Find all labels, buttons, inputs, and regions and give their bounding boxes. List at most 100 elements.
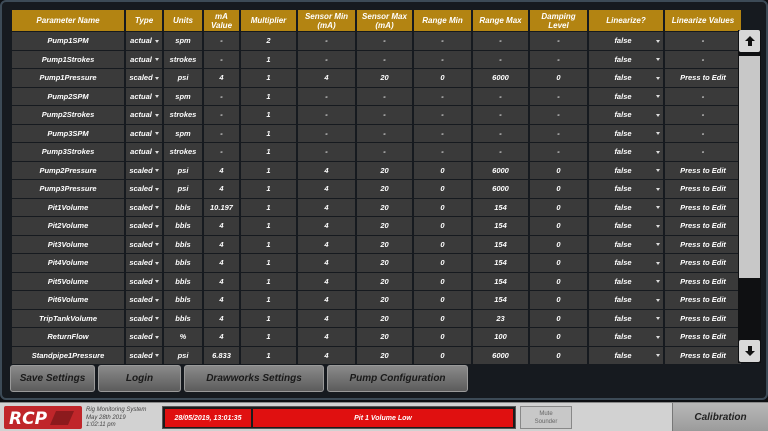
linearize-select[interactable]: false [589, 346, 663, 364]
sensor-min-cell[interactable]: - [298, 50, 355, 68]
type-select[interactable]: scaled [126, 180, 162, 198]
type-select[interactable]: scaled [126, 328, 162, 346]
sensor-min-cell[interactable]: - [298, 106, 355, 124]
sensor-max-cell[interactable]: 20 [357, 254, 412, 272]
sensor-max-cell[interactable]: 20 [357, 69, 412, 87]
ma-value-cell[interactable]: 4 [204, 161, 239, 179]
multiplier-cell[interactable]: 1 [241, 161, 296, 179]
type-select[interactable]: scaled [126, 254, 162, 272]
sensor-max-cell[interactable]: - [357, 143, 412, 161]
range-max-cell[interactable]: - [473, 124, 528, 142]
damping-level-cell[interactable]: - [530, 106, 587, 124]
sensor-max-cell[interactable]: - [357, 106, 412, 124]
range-min-cell[interactable]: - [414, 50, 471, 68]
range-max-cell[interactable]: - [473, 50, 528, 68]
multiplier-cell[interactable]: 1 [241, 254, 296, 272]
sensor-max-cell[interactable]: 20 [357, 291, 412, 309]
type-select[interactable]: scaled [126, 217, 162, 235]
damping-level-cell[interactable]: 0 [530, 217, 587, 235]
ma-value-cell[interactable]: 4 [204, 235, 239, 253]
linearize-values-cell[interactable]: Press to Edit [665, 161, 741, 179]
type-select[interactable]: actual [126, 143, 162, 161]
calibration-button[interactable]: Calibration [672, 403, 768, 431]
range-min-cell[interactable]: 0 [414, 180, 471, 198]
range-min-cell[interactable]: 0 [414, 198, 471, 216]
sensor-min-cell[interactable]: 4 [298, 217, 355, 235]
sensor-max-cell[interactable]: 20 [357, 161, 412, 179]
ma-value-cell[interactable]: 10.197 [204, 198, 239, 216]
ma-value-cell[interactable]: - [204, 143, 239, 161]
range-max-cell[interactable]: - [473, 32, 528, 50]
login-button[interactable]: Login [98, 365, 181, 392]
type-select[interactable]: scaled [126, 346, 162, 364]
linearize-select[interactable]: false [589, 124, 663, 142]
damping-level-cell[interactable]: 0 [530, 198, 587, 216]
linearize-values-cell[interactable]: Press to Edit [665, 198, 741, 216]
range-min-cell[interactable]: - [414, 106, 471, 124]
linearize-select[interactable]: false [589, 309, 663, 327]
type-select[interactable]: actual [126, 124, 162, 142]
damping-level-cell[interactable]: - [530, 124, 587, 142]
damping-level-cell[interactable]: 0 [530, 346, 587, 364]
linearize-select[interactable]: false [589, 291, 663, 309]
sensor-min-cell[interactable]: - [298, 32, 355, 50]
range-min-cell[interactable]: 0 [414, 309, 471, 327]
sensor-max-cell[interactable]: 20 [357, 328, 412, 346]
type-select[interactable]: scaled [126, 272, 162, 290]
sensor-max-cell[interactable]: 20 [357, 346, 412, 364]
alarm-banner[interactable]: 28/05/2019, 13:01:35 Pit 1 Volume Low [162, 406, 516, 429]
sensor-max-cell[interactable]: 20 [357, 235, 412, 253]
range-max-cell[interactable]: 6000 [473, 161, 528, 179]
multiplier-cell[interactable]: 1 [241, 180, 296, 198]
multiplier-cell[interactable]: 1 [241, 272, 296, 290]
sensor-min-cell[interactable]: - [298, 143, 355, 161]
sensor-max-cell[interactable]: 20 [357, 198, 412, 216]
type-select[interactable]: scaled [126, 291, 162, 309]
linearize-select[interactable]: false [589, 180, 663, 198]
ma-value-cell[interactable]: 4 [204, 291, 239, 309]
linearize-select[interactable]: false [589, 32, 663, 50]
ma-value-cell[interactable]: - [204, 106, 239, 124]
type-select[interactable]: scaled [126, 309, 162, 327]
type-select[interactable]: scaled [126, 69, 162, 87]
sensor-max-cell[interactable]: - [357, 32, 412, 50]
range-min-cell[interactable]: - [414, 32, 471, 50]
linearize-select[interactable]: false [589, 198, 663, 216]
ma-value-cell[interactable]: 4 [204, 272, 239, 290]
multiplier-cell[interactable]: 1 [241, 50, 296, 68]
range-max-cell[interactable]: - [473, 106, 528, 124]
linearize-select[interactable]: false [589, 143, 663, 161]
scroll-thumb[interactable] [739, 56, 760, 278]
damping-level-cell[interactable]: 0 [530, 69, 587, 87]
type-select[interactable]: scaled [126, 161, 162, 179]
range-min-cell[interactable]: 0 [414, 291, 471, 309]
range-min-cell[interactable]: 0 [414, 328, 471, 346]
linearize-values-cell[interactable]: Press to Edit [665, 69, 741, 87]
sensor-min-cell[interactable]: 4 [298, 198, 355, 216]
range-max-cell[interactable]: 154 [473, 198, 528, 216]
linearize-values-cell[interactable]: Press to Edit [665, 328, 741, 346]
type-select[interactable]: scaled [126, 235, 162, 253]
linearize-select[interactable]: false [589, 87, 663, 105]
range-min-cell[interactable]: - [414, 87, 471, 105]
damping-level-cell[interactable]: 0 [530, 235, 587, 253]
sensor-max-cell[interactable]: - [357, 124, 412, 142]
ma-value-cell[interactable]: 4 [204, 328, 239, 346]
multiplier-cell[interactable]: 2 [241, 32, 296, 50]
ma-value-cell[interactable]: 4 [204, 217, 239, 235]
sensor-min-cell[interactable]: 4 [298, 346, 355, 364]
range-min-cell[interactable]: 0 [414, 161, 471, 179]
linearize-select[interactable]: false [589, 106, 663, 124]
linearize-select[interactable]: false [589, 254, 663, 272]
sensor-min-cell[interactable]: 4 [298, 235, 355, 253]
linearize-values-cell[interactable]: Press to Edit [665, 346, 741, 364]
multiplier-cell[interactable]: 1 [241, 346, 296, 364]
sensor-min-cell[interactable]: 4 [298, 161, 355, 179]
range-max-cell[interactable]: 154 [473, 217, 528, 235]
ma-value-cell[interactable]: 4 [204, 180, 239, 198]
sensor-min-cell[interactable]: 4 [298, 291, 355, 309]
linearize-select[interactable]: false [589, 50, 663, 68]
save-settings-button[interactable]: Save Settings [10, 365, 95, 392]
linearize-values-cell[interactable]: Press to Edit [665, 272, 741, 290]
multiplier-cell[interactable]: 1 [241, 106, 296, 124]
